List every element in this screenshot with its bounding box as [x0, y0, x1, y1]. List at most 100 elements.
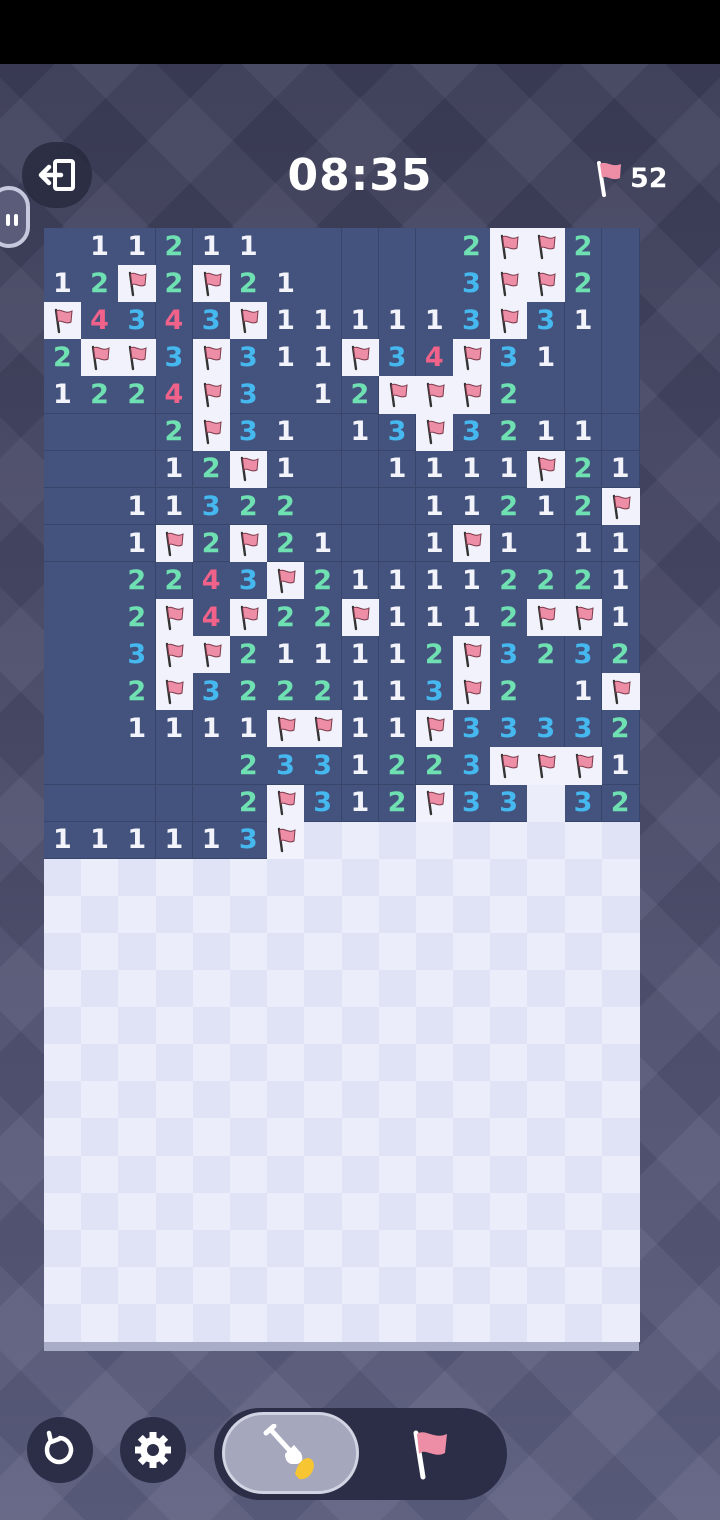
hidden-cell[interactable] [155, 858, 194, 897]
hidden-cell[interactable] [44, 1081, 82, 1119]
hidden-cell[interactable] [564, 970, 603, 1008]
hidden-cell[interactable] [229, 1303, 268, 1342]
hidden-cell[interactable] [267, 970, 305, 1008]
hidden-cell[interactable] [44, 1266, 82, 1305]
exit-button[interactable] [22, 142, 92, 208]
hidden-cell[interactable] [527, 895, 566, 934]
hidden-cell[interactable] [453, 858, 491, 897]
hidden-cell[interactable] [304, 895, 343, 934]
hidden-cell[interactable] [490, 1155, 529, 1194]
hidden-cell[interactable] [601, 895, 640, 934]
flagged-cell[interactable] [229, 524, 268, 563]
hidden-cell[interactable] [341, 1044, 380, 1082]
hidden-cell[interactable] [81, 858, 119, 897]
hidden-cell[interactable] [453, 1229, 491, 1268]
flagged-cell[interactable] [527, 228, 566, 266]
flagged-cell[interactable] [118, 339, 157, 377]
hidden-cell[interactable] [415, 858, 454, 897]
flagged-cell[interactable] [81, 339, 119, 377]
hidden-cell[interactable] [415, 1081, 454, 1119]
hidden-cell[interactable] [304, 1192, 343, 1231]
flag-mode-button[interactable] [389, 1414, 469, 1494]
hidden-cell[interactable] [192, 932, 231, 971]
hidden-cell[interactable] [527, 1044, 566, 1082]
hidden-cell[interactable] [341, 970, 380, 1008]
hidden-cell[interactable] [564, 1007, 603, 1045]
flagged-cell[interactable] [118, 265, 157, 303]
flagged-cell[interactable] [527, 747, 566, 786]
flagged-cell[interactable] [267, 821, 305, 860]
hidden-cell[interactable] [304, 1044, 343, 1082]
hidden-cell[interactable] [341, 1118, 380, 1157]
hidden-cell[interactable] [192, 1192, 231, 1231]
hidden-cell[interactable] [192, 1007, 231, 1045]
hidden-cell[interactable] [601, 1303, 640, 1342]
hidden-cell[interactable] [601, 1081, 640, 1119]
hidden-cell[interactable] [44, 970, 82, 1008]
hidden-cell[interactable] [378, 1266, 417, 1305]
hidden-cell[interactable] [155, 970, 194, 1008]
hidden-cell[interactable] [304, 1155, 343, 1194]
hidden-cell[interactable] [490, 895, 529, 934]
hidden-cell[interactable] [601, 1192, 640, 1231]
hidden-cell[interactable] [415, 821, 454, 860]
hidden-cell[interactable] [267, 1118, 305, 1157]
hidden-cell[interactable] [192, 1044, 231, 1082]
hidden-cell[interactable] [601, 1229, 640, 1268]
hidden-cell[interactable] [304, 858, 343, 897]
flagged-cell[interactable] [155, 524, 194, 563]
hidden-cell[interactable] [229, 932, 268, 971]
hidden-cell[interactable] [267, 1007, 305, 1045]
hidden-cell[interactable] [415, 1192, 454, 1231]
hidden-cell[interactable] [81, 895, 119, 934]
hidden-cell[interactable] [564, 932, 603, 971]
hidden-cell[interactable] [378, 1303, 417, 1342]
hidden-cell[interactable] [267, 1266, 305, 1305]
hidden-cell[interactable] [341, 1266, 380, 1305]
hidden-cell[interactable] [81, 1044, 119, 1082]
flagged-cell[interactable] [229, 302, 268, 340]
hidden-cell[interactable] [415, 932, 454, 971]
hidden-cell[interactable] [118, 858, 157, 897]
hidden-cell[interactable] [601, 932, 640, 971]
hidden-cell[interactable] [601, 970, 640, 1008]
flagged-cell[interactable] [490, 265, 529, 303]
flagged-cell[interactable] [192, 265, 231, 303]
hidden-cell[interactable] [564, 1266, 603, 1305]
hidden-cell[interactable] [192, 1118, 231, 1157]
hidden-cell[interactable] [564, 895, 603, 934]
hidden-cell[interactable] [564, 1229, 603, 1268]
hidden-cell[interactable] [601, 858, 640, 897]
flagged-cell[interactable] [490, 302, 529, 340]
hidden-cell[interactable] [378, 932, 417, 971]
hidden-cell[interactable] [304, 1007, 343, 1045]
hidden-cell[interactable] [453, 1192, 491, 1231]
hidden-cell[interactable] [527, 1229, 566, 1268]
flagged-cell[interactable] [490, 747, 529, 786]
hidden-cell[interactable] [527, 784, 566, 823]
hidden-cell[interactable] [155, 1044, 194, 1082]
hidden-cell[interactable] [155, 1266, 194, 1305]
hidden-cell[interactable] [118, 970, 157, 1008]
hidden-cell[interactable] [229, 1192, 268, 1231]
hidden-cell[interactable] [527, 932, 566, 971]
hidden-cell[interactable] [415, 970, 454, 1008]
hidden-cell[interactable] [81, 1007, 119, 1045]
hidden-cell[interactable] [229, 1007, 268, 1045]
flagged-cell[interactable] [564, 747, 603, 786]
flagged-cell[interactable] [453, 636, 491, 674]
hidden-cell[interactable] [415, 1118, 454, 1157]
flagged-cell[interactable] [341, 599, 380, 637]
flagged-cell[interactable] [453, 339, 491, 377]
hidden-cell[interactable] [155, 1192, 194, 1231]
hidden-cell[interactable] [81, 970, 119, 1008]
flagged-cell[interactable] [192, 636, 231, 674]
hidden-cell[interactable] [44, 1007, 82, 1045]
flagged-cell[interactable] [453, 673, 491, 711]
hidden-cell[interactable] [44, 1303, 82, 1342]
hidden-cell[interactable] [564, 1155, 603, 1194]
hidden-cell[interactable] [267, 1155, 305, 1194]
hidden-cell[interactable] [415, 895, 454, 934]
hidden-cell[interactable] [229, 970, 268, 1008]
hidden-cell[interactable] [564, 1118, 603, 1157]
